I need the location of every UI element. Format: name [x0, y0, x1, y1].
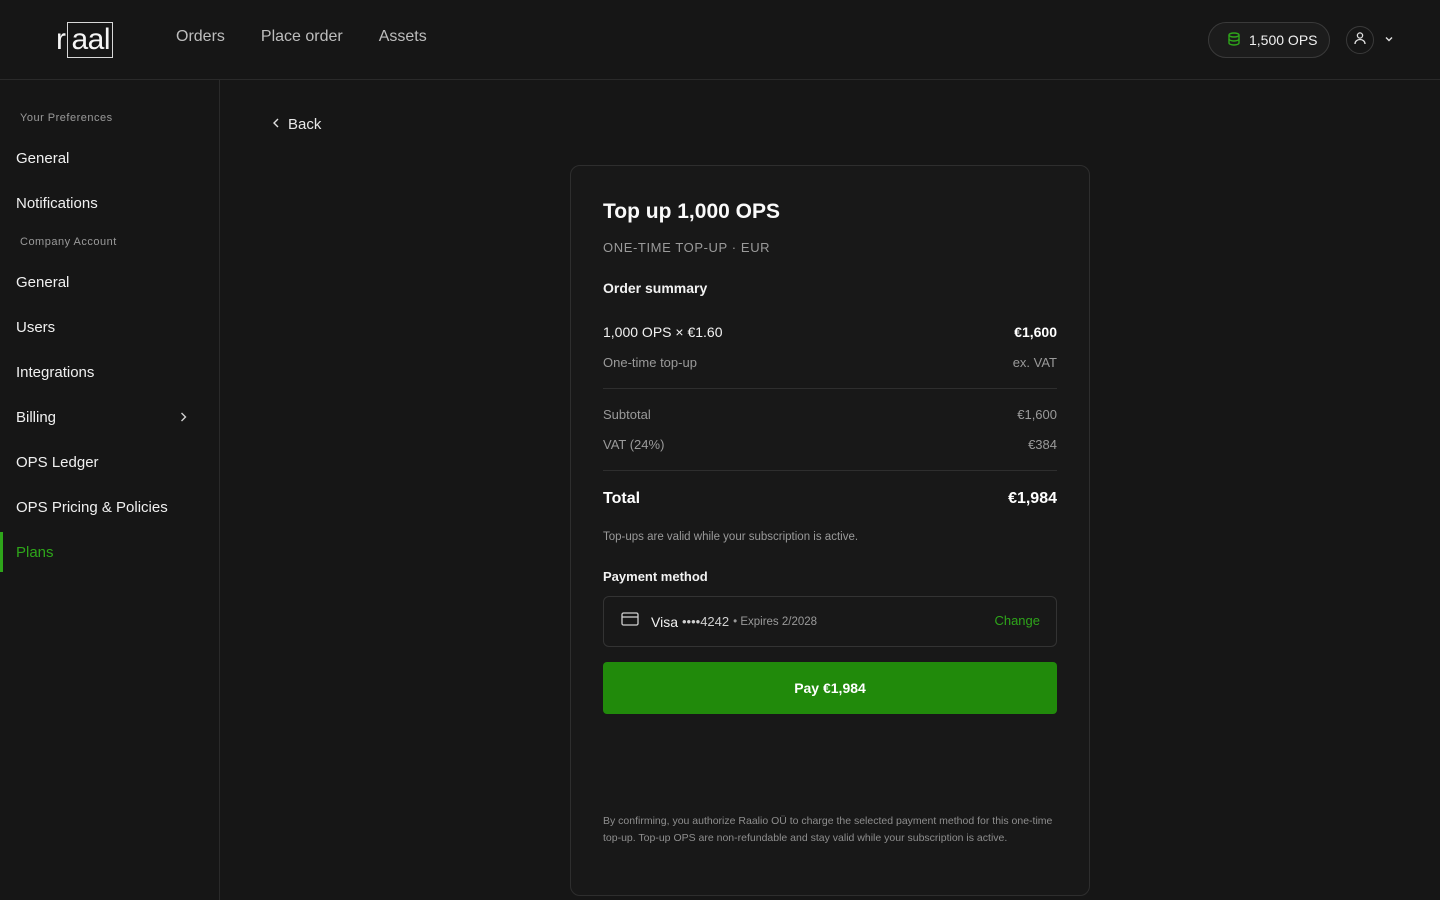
card-expiry: • Expires 2/2028 [733, 615, 818, 628]
logo-text: r [56, 23, 66, 56]
chevron-right-icon [178, 410, 188, 427]
line-item-amount: €1,600 [1014, 324, 1057, 340]
nav-assets[interactable]: Assets [379, 28, 427, 46]
total-row: Total €1,984 [603, 490, 1057, 508]
avatar[interactable] [1346, 26, 1374, 54]
subtotal-row: Subtotal €1,600 [603, 407, 1057, 422]
top-nav: Orders Place order Assets [176, 28, 427, 46]
tax-note: ex. VAT [1012, 355, 1057, 370]
checkout-card: Top up 1,000 OPS ONE-TIME TOP-UP · EUR O… [570, 165, 1090, 896]
line-item-detail-row: One-time top-up ex. VAT [603, 355, 1057, 370]
line-item-label: 1,000 OPS × €1.60 [603, 324, 723, 340]
payment-method-card: Visa ••••4242 • Expires 2/2028 Change [603, 596, 1057, 647]
ops-balance-button[interactable]: 1,500 OPS [1208, 22, 1330, 58]
back-link[interactable]: Back [272, 116, 321, 133]
pay-button[interactable]: Pay €1,984 [603, 662, 1057, 714]
divider [603, 388, 1057, 389]
vat-value: €384 [1028, 437, 1057, 452]
sidebar-item-general-company[interactable]: General [0, 262, 219, 302]
subtotal-label: Subtotal [603, 407, 651, 422]
logo-boxed-text: aal [66, 22, 114, 58]
top-header: r aal Orders Place order Assets 1,500 OPS [0, 0, 1440, 80]
sidebar-item-general-preferences[interactable]: General [0, 138, 219, 178]
sidebar-item-label: Users [16, 318, 56, 336]
coins-icon [1227, 31, 1241, 49]
sidebar-item-users[interactable]: Users [0, 307, 219, 347]
settings-sidebar: Your Preferences General Notifications C… [0, 80, 220, 900]
sidebar-item-label: Plans [16, 543, 54, 561]
page-title: Top up 1,000 OPS [603, 200, 780, 223]
nav-orders[interactable]: Orders [176, 28, 225, 46]
chevron-down-icon[interactable] [1384, 31, 1394, 49]
order-summary-heading: Order summary [603, 280, 708, 296]
nav-place-order[interactable]: Place order [261, 28, 343, 46]
subtotal-value: €1,600 [1017, 407, 1057, 422]
sidebar-item-notifications[interactable]: Notifications [0, 183, 219, 223]
back-label: Back [288, 116, 322, 133]
change-payment-link[interactable]: Change [994, 613, 1040, 628]
vat-row: VAT (24%) €384 [603, 437, 1057, 452]
legal-disclaimer: By confirming, you authorize Raalio OÜ t… [603, 815, 1053, 844]
checkout-subtitle: ONE-TIME TOP-UP · EUR [603, 240, 771, 255]
sidebar-item-label: Integrations [16, 363, 95, 381]
ops-balance-label: 1,500 OPS [1249, 32, 1318, 48]
sidebar-item-label: General [16, 149, 70, 167]
sidebar-item-label: OPS Pricing & Policies [16, 498, 168, 516]
total-label: Total [603, 490, 641, 507]
app-logo[interactable]: r aal [56, 22, 114, 58]
sidebar-item-label: Billing [16, 408, 57, 426]
validity-note: Top-ups are valid while your subscriptio… [603, 531, 859, 543]
user-menu[interactable] [1346, 26, 1394, 54]
sidebar-item-label: OPS Ledger [16, 453, 99, 471]
sidebar-item-integrations[interactable]: Integrations [0, 352, 219, 392]
divider [603, 470, 1057, 471]
chevron-left-icon [272, 116, 280, 133]
sidebar-item-billing[interactable]: Billing [0, 397, 219, 437]
user-icon [1353, 31, 1367, 50]
line-item-row: 1,000 OPS × €1.60 €1,600 [603, 324, 1057, 340]
sidebar-item-label: Notifications [16, 194, 98, 212]
sidebar-item-label: General [16, 273, 70, 291]
section-label-preferences: Your Preferences [20, 112, 113, 124]
sidebar-item-ops-ledger[interactable]: OPS Ledger [0, 442, 219, 482]
total-value: €1,984 [1008, 490, 1057, 507]
credit-card-icon [621, 612, 639, 631]
card-brand: Visa [651, 613, 678, 630]
line-item-description: One-time top-up [603, 355, 697, 370]
sidebar-item-plans[interactable]: Plans [0, 532, 219, 572]
sidebar-item-ops-pricing[interactable]: OPS Pricing & Policies [0, 487, 219, 527]
card-number: ••••4242 [681, 614, 730, 629]
section-label-company: Company Account [20, 236, 117, 248]
payment-method-heading: Payment method [603, 569, 708, 584]
vat-label: VAT (24%) [603, 437, 665, 452]
